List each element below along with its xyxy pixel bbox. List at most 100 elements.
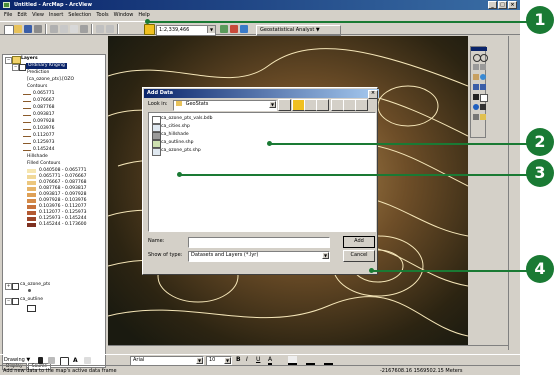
title-bar: Untitled - ArcMap - ArcView _ □ × [0,0,520,10]
hyperlink-icon[interactable] [480,114,486,120]
font-size-value: 10 [209,357,216,363]
fill-color-icon[interactable] [288,356,297,365]
open-folder-icon[interactable] [14,25,22,33]
rotate-icon[interactable] [48,357,55,364]
menu-selection[interactable]: Selection [68,10,91,20]
file-list[interactable]: ca_ozone_pts_vals.bdb ca_cities.shp ca_h… [148,112,376,232]
horizontal-scrollbar[interactable] [108,345,508,351]
thumbnail-view-icon[interactable] [355,99,368,111]
map-scale-value: 1:2,339,466 [159,27,190,33]
line-color-icon[interactable] [306,356,315,365]
italic-icon[interactable]: I [246,356,248,363]
select-elements-arrow-icon[interactable] [38,357,43,364]
kriging-layer-label[interactable]: Ordinary Kriging [26,63,67,69]
add-button[interactable]: Add [343,236,375,248]
full-extent-icon[interactable] [480,74,486,80]
select-elements-icon[interactable] [480,94,488,102]
maximize-button[interactable]: □ [498,1,507,9]
forward-extent-icon[interactable] [480,84,486,90]
kriging-checkbox[interactable] [19,64,26,71]
text-tool-icon[interactable]: A [73,357,78,364]
measure-icon[interactable] [473,114,479,120]
list-item[interactable]: ca_hillshade [152,131,189,140]
chevron-down-icon[interactable]: ▼ [207,26,215,33]
expand-kriging-toggle[interactable]: − [12,64,19,71]
look-in-combo[interactable]: GeoStats ▼ [173,100,277,111]
outline-layer-label[interactable]: ca_outline [20,297,43,303]
chevron-down-icon[interactable]: ▼ [269,101,276,108]
marker-color-icon[interactable] [324,356,333,365]
cancel-button[interactable]: Cancel [343,250,375,262]
polygon-symbol-icon [27,305,36,312]
close-button[interactable]: × [508,1,517,9]
chevron-down-icon[interactable]: ▼ [224,357,231,364]
new-folder-icon[interactable] [316,99,329,111]
dialog-close-button[interactable]: × [368,90,378,99]
arcmap-app-icon [3,2,10,8]
callout-1: 1 [526,6,554,34]
map-scale-field[interactable]: 1:2,339,466 ▼ [156,25,216,36]
underline-icon[interactable]: U [256,356,260,363]
outline-layer-checkbox[interactable] [12,298,19,305]
layers-label[interactable]: Layers [21,56,38,62]
font-color-icon[interactable]: A [268,356,273,365]
point-shapefile-icon [152,148,161,156]
menu-file[interactable]: File [4,10,12,20]
select-features-icon[interactable] [473,94,479,100]
list-item[interactable]: ca_ozone_pts.shp [152,147,201,156]
add-data-icon[interactable] [144,24,155,35]
menu-tools[interactable]: Tools [96,10,108,20]
identify-icon[interactable] [473,104,479,110]
list-item[interactable]: ca_outline.shp [152,139,193,148]
chevron-down-icon[interactable]: ▼ [322,252,329,259]
pan-icon[interactable] [473,74,479,80]
chevron-down-icon[interactable]: ▼ [196,357,203,364]
print-icon[interactable] [34,25,42,33]
fixed-zoom-out-icon[interactable] [480,64,486,70]
vertical-scrollbar[interactable] [508,36,518,350]
look-in-value: GeoStats [185,101,209,107]
save-icon[interactable] [24,25,32,33]
editor-toolbar-icon[interactable] [220,25,228,33]
bold-icon[interactable]: B [236,356,241,363]
folder-icon [176,101,182,106]
menu-view[interactable]: View [32,10,44,20]
list-item[interactable]: ca_cities.shp [152,123,190,132]
menu-edit[interactable]: Edit [17,10,27,20]
whats-this-icon[interactable] [240,25,248,33]
geostatistical-analyst-menu[interactable]: Geostatistical Analyst ▼ [256,25,341,36]
callout-2-leader [270,143,530,145]
menu-window[interactable]: Window [114,10,134,20]
legend-swatch [27,169,36,173]
toc-legend-item: Prediction [27,70,50,75]
expand-outline-toggle[interactable]: − [5,298,12,305]
list-item[interactable]: ca_ozone_pts_vals.bdb [152,115,212,124]
toc-legend-item: 0.076667 [33,98,55,103]
name-field[interactable] [188,237,330,248]
undo-icon[interactable] [96,25,104,33]
toc-legend-item: 0.145244 [33,147,55,152]
file-type-combo[interactable]: Datasets and Layers (*.lyr) ▼ [188,251,330,262]
cut-icon[interactable] [50,25,58,33]
expand-layers-toggle[interactable]: − [5,57,12,64]
back-extent-icon[interactable] [473,84,479,90]
delete-icon[interactable] [80,25,88,33]
minimize-button[interactable]: _ [488,1,497,9]
zoom-out-icon[interactable] [480,54,488,62]
expand-ozone-toggle[interactable]: + [5,283,12,290]
up-one-level-icon[interactable] [278,99,291,111]
callout-tool-icon[interactable] [84,357,91,364]
contour-line-symbol [23,129,31,130]
toc-legend-item: Hillshade [27,154,48,159]
menu-insert[interactable]: Insert [49,10,63,20]
ozone-layer-label[interactable]: ca_ozone_pts [20,282,50,288]
arctoolbox-icon[interactable] [230,25,238,33]
new-document-icon[interactable] [4,25,14,35]
redo-icon[interactable] [106,25,114,33]
ozone-layer-checkbox[interactable] [12,283,19,290]
paste-icon[interactable] [70,25,78,33]
fixed-zoom-in-icon[interactable] [473,64,479,70]
find-icon[interactable] [480,104,486,110]
copy-icon[interactable] [60,25,68,33]
drawing-menu[interactable]: Drawing ▼ [4,357,30,364]
